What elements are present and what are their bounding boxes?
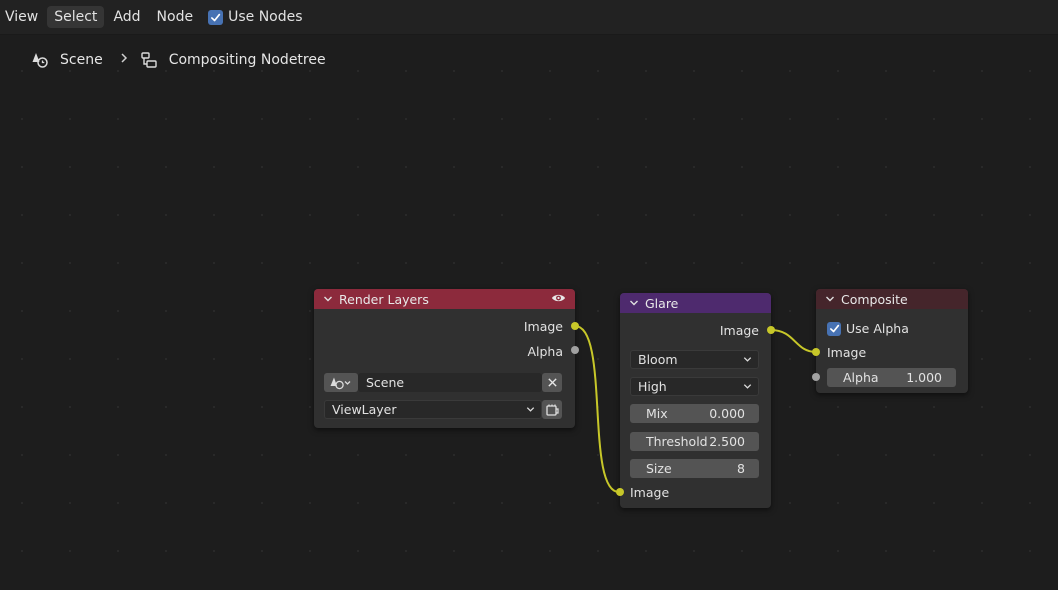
view-layer-value: ViewLayer xyxy=(332,402,397,417)
glare-title: Glare xyxy=(645,295,679,311)
node-editor-header: View Select Add Node Use Nodes xyxy=(0,0,1058,35)
breadcrumb: Scene Compositing Nodetree xyxy=(30,50,326,70)
threshold-value: 2.500 xyxy=(709,434,745,449)
glare-output-image-label: Image xyxy=(719,323,759,338)
size-value: 8 xyxy=(737,461,745,476)
glare-node[interactable]: Glare Image Bloom High Mix 0.000 Thresho… xyxy=(616,293,775,508)
composite-title: Composite xyxy=(841,291,908,307)
glare-type-value: Bloom xyxy=(638,352,678,367)
output-alpha-label: Alpha xyxy=(527,344,563,359)
mix-label: Mix xyxy=(646,406,668,421)
unlink-scene-button[interactable] xyxy=(542,373,562,392)
glare-input-image-socket[interactable] xyxy=(616,488,624,496)
use-alpha-label: Use Alpha xyxy=(846,321,909,336)
menu-view[interactable]: View xyxy=(0,6,45,28)
render-layer-button[interactable] xyxy=(542,400,562,419)
render-layers-node[interactable]: Render Layers Image Alpha Scene ViewLaye… xyxy=(314,289,579,428)
glare-threshold-field[interactable]: Threshold 2.500 xyxy=(630,432,759,451)
use-alpha-toggle[interactable]: Use Alpha xyxy=(827,321,909,336)
menu-add[interactable]: Add xyxy=(106,6,147,28)
chevron-down-icon xyxy=(526,407,535,412)
checkmark-icon xyxy=(829,324,839,333)
composite-node[interactable]: Composite Use Alpha Image Alpha 1.000 xyxy=(812,289,968,393)
composite-input-image-label: Image xyxy=(827,345,867,360)
use-alpha-checkbox[interactable] xyxy=(827,321,841,336)
use-nodes-checkbox[interactable] xyxy=(208,9,224,25)
scene-browse-button[interactable] xyxy=(324,373,358,392)
use-nodes-label: Use Nodes xyxy=(228,9,303,25)
mix-value: 0.000 xyxy=(709,406,745,421)
size-label: Size xyxy=(646,461,672,476)
scene-name-field[interactable]: Scene xyxy=(358,373,542,392)
glare-mix-field[interactable]: Mix 0.000 xyxy=(630,404,759,423)
use-nodes-toggle[interactable]: Use Nodes xyxy=(208,9,303,25)
collapse-chevron-icon[interactable] xyxy=(322,293,334,305)
scene-icon xyxy=(30,50,50,70)
breadcrumb-scene[interactable]: Scene xyxy=(60,52,103,68)
glare-type-dropdown[interactable]: Bloom xyxy=(630,350,759,369)
composite-input-image-socket[interactable] xyxy=(812,348,820,356)
output-image-socket[interactable] xyxy=(571,322,579,330)
scene-name-value: Scene xyxy=(366,375,405,390)
checkmark-icon xyxy=(211,13,221,21)
collapse-chevron-icon[interactable] xyxy=(824,293,836,305)
node-tree-icon xyxy=(139,50,159,70)
menu-select[interactable]: Select xyxy=(47,6,105,28)
close-icon xyxy=(547,378,557,387)
alpha-value: 1.000 xyxy=(906,370,942,385)
glare-input-image-label: Image xyxy=(630,485,670,500)
scene-icon xyxy=(330,377,351,389)
glare-size-field[interactable]: Size 8 xyxy=(630,459,759,478)
threshold-label: Threshold xyxy=(646,434,708,449)
glare-quality-value: High xyxy=(638,379,667,394)
chevron-down-icon xyxy=(743,384,752,389)
render-icon xyxy=(546,404,559,416)
render-layers-title: Render Layers xyxy=(339,291,429,307)
breadcrumb-node-tree[interactable]: Compositing Nodetree xyxy=(169,52,326,68)
menu-node[interactable]: Node xyxy=(150,6,201,28)
chevron-down-icon xyxy=(743,357,752,362)
composite-input-alpha-socket[interactable] xyxy=(812,373,820,381)
composite-header[interactable]: Composite xyxy=(816,289,968,309)
output-alpha-socket[interactable] xyxy=(571,346,579,354)
composite-alpha-field[interactable]: Alpha 1.000 xyxy=(827,368,956,387)
eye-icon[interactable] xyxy=(551,292,566,307)
view-layer-dropdown[interactable]: ViewLayer xyxy=(324,400,542,419)
glare-output-image-socket[interactable] xyxy=(767,326,775,334)
chevron-right-icon xyxy=(119,52,129,68)
alpha-label: Alpha xyxy=(843,370,879,385)
collapse-chevron-icon[interactable] xyxy=(628,297,640,309)
render-layers-header[interactable]: Render Layers xyxy=(314,289,575,309)
output-image-label: Image xyxy=(523,319,563,334)
glare-header[interactable]: Glare xyxy=(620,293,771,313)
glare-quality-dropdown[interactable]: High xyxy=(630,377,759,396)
